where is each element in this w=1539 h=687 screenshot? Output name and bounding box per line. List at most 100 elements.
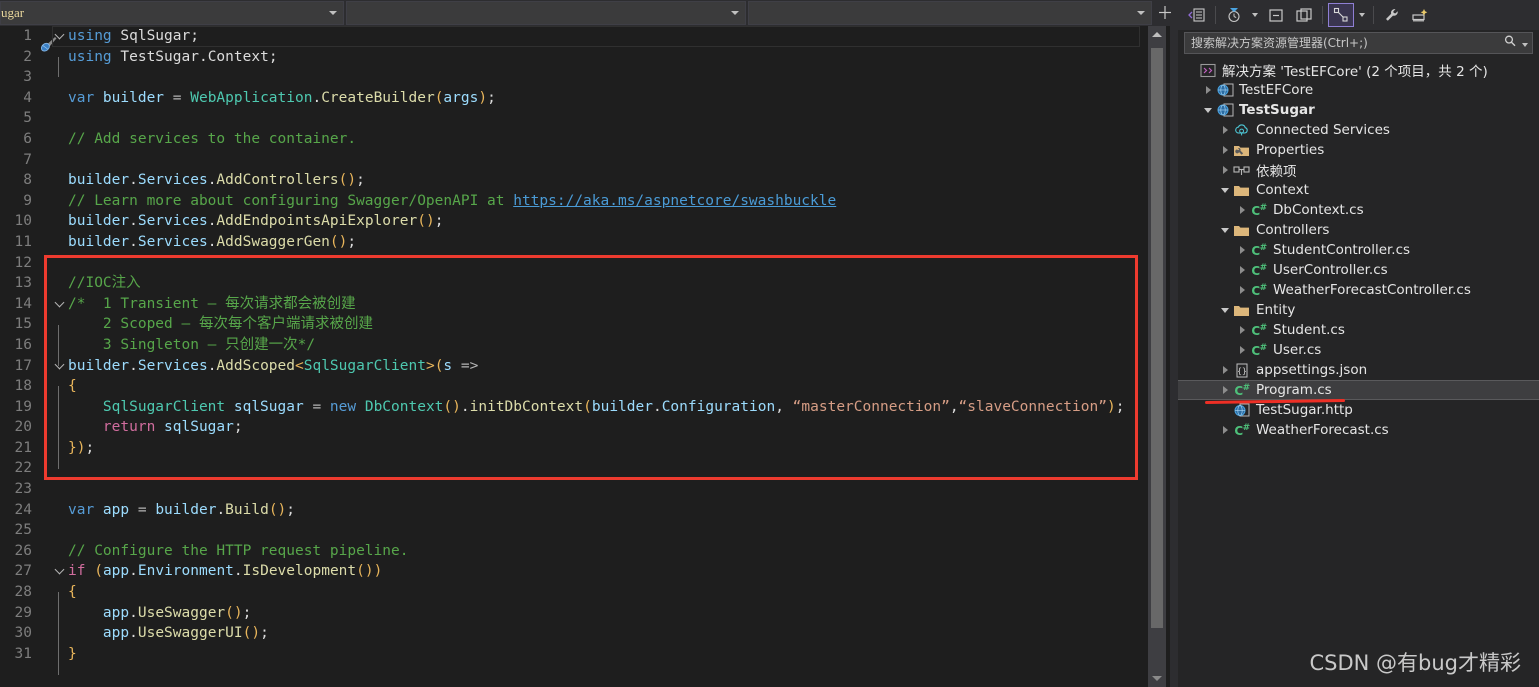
code-line[interactable]: 15 2 Scoped – 每次每个客户端请求被创建 <box>0 314 1148 346</box>
scrollbar-thumb[interactable] <box>1151 48 1163 628</box>
expander-collapsed-icon[interactable] <box>1218 385 1232 394</box>
code-line[interactable]: 3 <box>0 67 1148 88</box>
code-line[interactable]: 30 app.UseSwaggerUI(); <box>0 623 1148 655</box>
code-line[interactable]: 8 builder.Services.AddControllers(); <box>0 170 1148 191</box>
code-text[interactable]: }); <box>68 438 1148 459</box>
preview-selected-items-icon[interactable] <box>1407 3 1433 27</box>
tree-item-student.cs[interactable]: C# Student.cs <box>1178 320 1539 340</box>
expander-collapsed-icon[interactable] <box>1235 285 1249 294</box>
code-line[interactable]: 17 builder.Services.AddScoped<SqlSugarCli… <box>0 356 1148 377</box>
code-text[interactable]: 2 Scoped – 每次每个客户端请求被创建 <box>68 314 1148 335</box>
expander-collapsed-icon[interactable] <box>1218 365 1232 374</box>
type-combo[interactable] <box>346 1 746 25</box>
code-line[interactable]: 25 <box>0 520 1148 541</box>
tree-item-node[interactable]: 依赖项 <box>1178 160 1539 180</box>
code-text[interactable]: return sqlSugar; <box>68 417 1148 438</box>
code-line[interactable]: 26 // Configure the HTTP request pipeline… <box>0 541 1148 562</box>
fold-toggle[interactable] <box>52 561 68 582</box>
tree-item-user.cs[interactable]: C# User.cs <box>1178 340 1539 360</box>
pending-changes-dropdown[interactable] <box>1249 3 1261 27</box>
expander-collapsed-icon[interactable] <box>1201 85 1215 94</box>
code-line[interactable]: 9 // Learn more about configuring Swagger… <box>0 191 1148 212</box>
tree-item-testsugar[interactable]: TestSugar <box>1178 100 1539 120</box>
code-text[interactable]: SqlSugarClient sqlSugar = new DbContext(… <box>68 397 1148 418</box>
code-text[interactable]: builder.Services.AddEndpointsApiExplorer… <box>68 211 1148 232</box>
code-text[interactable]: /* 1 Transient – 每次请求都会被创建 <box>68 294 1148 315</box>
tree-item-program.cs[interactable]: C# Program.cs <box>1178 380 1539 400</box>
code-line[interactable]: 21}); <box>0 438 1148 469</box>
code-text[interactable] <box>68 253 1148 274</box>
code-line[interactable]: 13 //IOC注入 <box>0 273 1148 294</box>
code-line[interactable]: 28 { <box>0 582 1148 613</box>
code-line[interactable]: 20 return sqlSugar; <box>0 417 1148 449</box>
code-text[interactable]: using TestSugar.Context; <box>68 47 1148 68</box>
expander-expanded-icon[interactable] <box>1218 227 1232 233</box>
panel-splitter[interactable] <box>1170 26 1178 687</box>
tree-item-weatherforecast.cs[interactable]: C# WeatherForecast.cs <box>1178 420 1539 440</box>
code-line[interactable]: 24 var app = builder.Build(); <box>0 500 1148 521</box>
expander-expanded-icon[interactable] <box>1201 107 1215 113</box>
tree-item-testefcore[interactable]: TestEFCore <box>1178 80 1539 100</box>
fold-toggle[interactable] <box>52 294 68 315</box>
tree-item-studentcontroller.cs[interactable]: C# StudentController.cs <box>1178 240 1539 260</box>
tree-item-usercontroller.cs[interactable]: C# UserController.cs <box>1178 260 1539 280</box>
code-line[interactable]: 2 using TestSugar.Context; <box>0 47 1148 78</box>
fold-toggle[interactable] <box>52 356 68 377</box>
expander-collapsed-icon[interactable] <box>1235 205 1249 214</box>
code-line[interactable]: 23 <box>0 479 1148 500</box>
expander-collapsed-icon[interactable] <box>1235 325 1249 334</box>
editor-vertical-scrollbar[interactable] <box>1148 26 1166 687</box>
code-text[interactable]: builder.Services.AddScoped<SqlSugarClien… <box>68 356 1148 377</box>
collapse-all-icon[interactable] <box>1184 3 1210 27</box>
code-text[interactable]: // Learn more about configuring Swagger/… <box>68 191 1148 212</box>
code-line[interactable]: 10 builder.Services.AddEndpointsApiExplor… <box>0 211 1148 232</box>
code-text[interactable]: var builder = WebApplication.CreateBuild… <box>68 88 1148 109</box>
code-line[interactable]: 31} <box>0 644 1148 675</box>
code-line[interactable]: 18 { <box>0 376 1148 407</box>
code-text[interactable]: { <box>68 376 1148 397</box>
code-text[interactable]: //IOC注入 <box>68 273 1148 294</box>
code-text[interactable]: 3 Singleton – 只创建一次*/ <box>68 335 1148 356</box>
code-text[interactable]: builder.Services.AddControllers(); <box>68 170 1148 191</box>
code-line[interactable]: 6 // Add services to the container. <box>0 129 1148 150</box>
tree-item-entity[interactable]: Entity <box>1178 300 1539 320</box>
code-text[interactable]: app.UseSwagger(); <box>68 603 1148 624</box>
code-line[interactable]: 11 builder.Services.AddSwaggerGen(); <box>0 232 1148 253</box>
code-text[interactable]: if (app.Environment.IsDevelopment()) <box>68 561 1148 582</box>
wrench-icon[interactable] <box>1379 3 1405 27</box>
tree-item-testefcore-2-2[interactable]: 解决方案 'TestEFCore' (2 个项目，共 2 个) <box>1178 60 1539 80</box>
tree-item-context[interactable]: Context <box>1178 180 1539 200</box>
code-line[interactable]: 16 3 Singleton – 只创建一次*/ <box>0 335 1148 366</box>
code-text[interactable] <box>68 479 1148 500</box>
code-line[interactable]: 5 <box>0 108 1148 129</box>
code-text[interactable]: var app = builder.Build(); <box>68 500 1148 521</box>
tree-item-properties[interactable]: Properties <box>1178 140 1539 160</box>
code-text[interactable]: { <box>68 582 1148 603</box>
project-combo[interactable]: ugar <box>0 1 344 25</box>
scroll-up-button[interactable] <box>1148 26 1166 43</box>
expander-expanded-icon[interactable] <box>1218 307 1232 313</box>
code-text[interactable] <box>68 458 1148 479</box>
code-text[interactable]: using SqlSugar; <box>68 26 1148 47</box>
search-input[interactable] <box>1189 35 1503 51</box>
code-line[interactable]: 12 <box>0 253 1148 274</box>
pending-changes-icon[interactable] <box>1221 3 1247 27</box>
code-line[interactable]: 1 using SqlSugar; <box>0 26 1148 52</box>
code-text[interactable]: builder.Services.AddSwaggerGen(); <box>68 232 1148 253</box>
split-editor-button[interactable] <box>1152 0 1178 26</box>
tree-item-dbcontext.cs[interactable]: C# DbContext.cs <box>1178 200 1539 220</box>
expander-expanded-icon[interactable] <box>1218 187 1232 193</box>
view-dropdown[interactable] <box>1356 3 1368 27</box>
expander-collapsed-icon[interactable] <box>1235 345 1249 354</box>
search-icon[interactable] <box>1503 34 1517 53</box>
scroll-down-button[interactable] <box>1148 670 1166 687</box>
code-editor[interactable]: 1 using SqlSugar; 2 using TestSugar.Context… <box>0 26 1148 687</box>
code-text[interactable]: app.UseSwaggerUI(); <box>68 623 1148 644</box>
expander-collapsed-icon[interactable] <box>1235 245 1249 254</box>
tree-item-weatherforecastcontroller.cs[interactable]: C# WeatherForecastController.cs <box>1178 280 1539 300</box>
code-line[interactable]: 27 if (app.Environment.IsDevelopment()) <box>0 561 1148 582</box>
code-text[interactable]: // Configure the HTTP request pipeline. <box>68 541 1148 562</box>
expander-collapsed-icon[interactable] <box>1218 145 1232 154</box>
code-text[interactable]: // Add services to the container. <box>68 129 1148 150</box>
solution-explorer-view-icon[interactable] <box>1328 3 1354 27</box>
